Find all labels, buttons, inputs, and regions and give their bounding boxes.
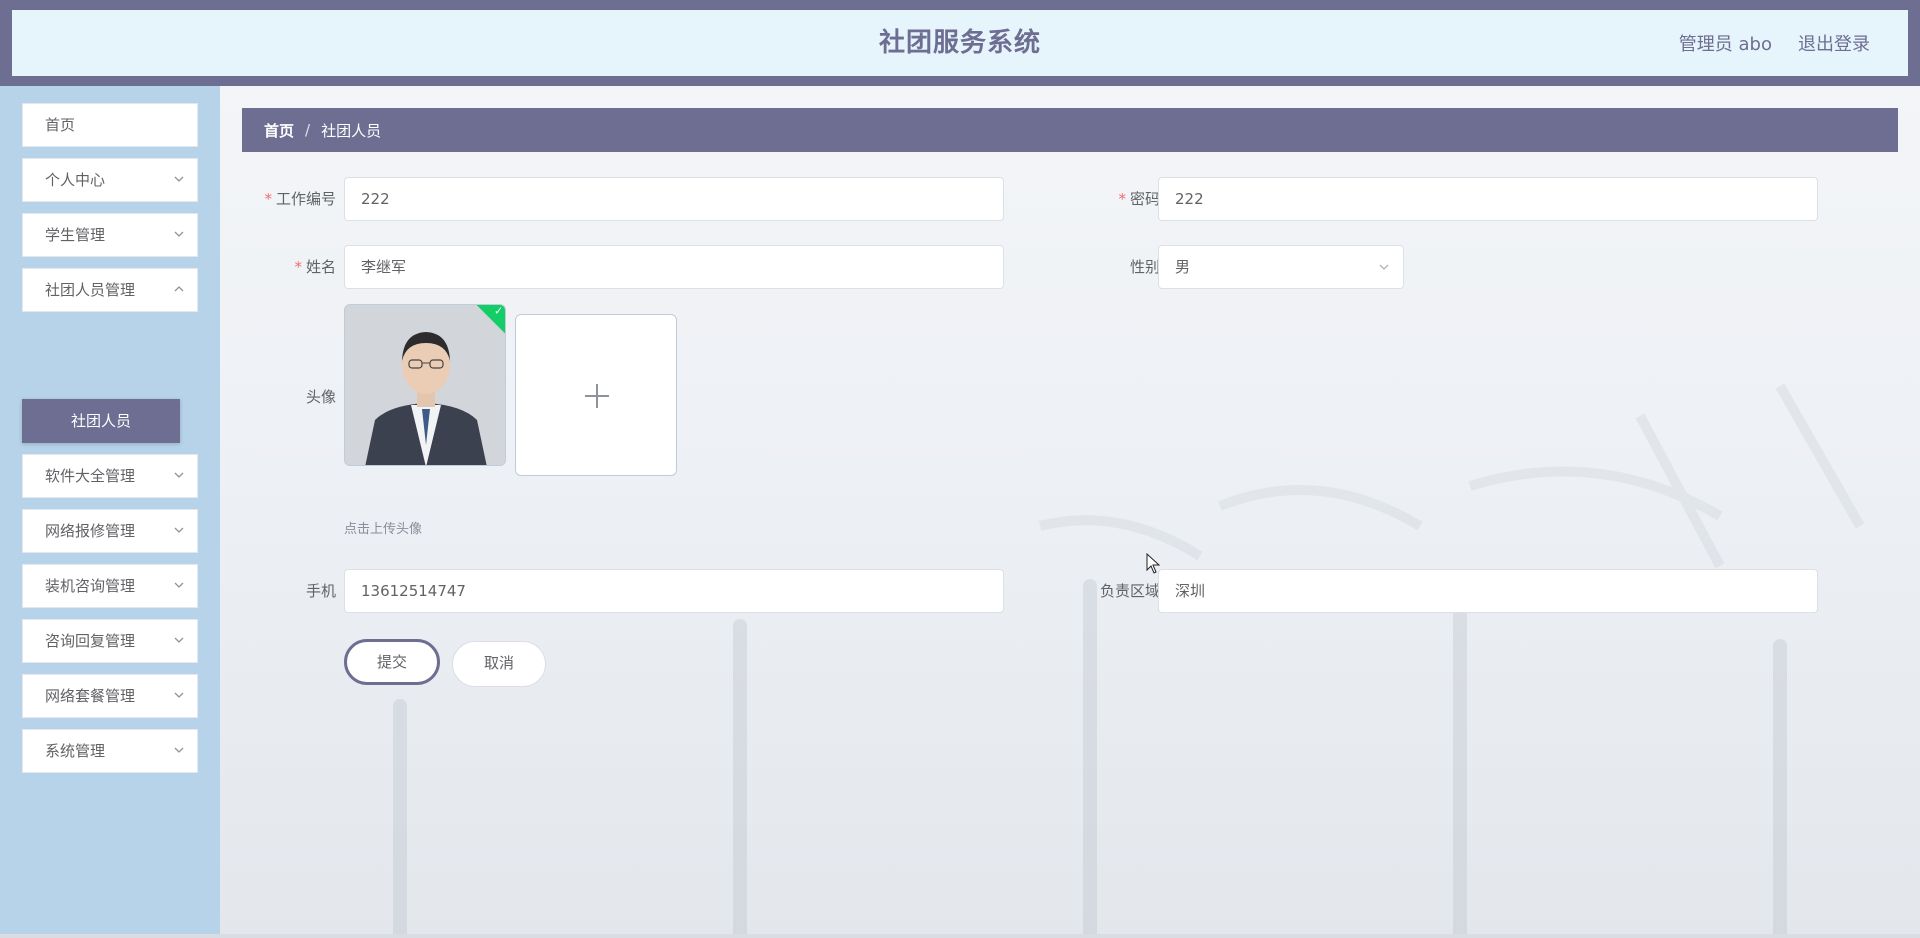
app-title: 社团服务系统 xyxy=(878,28,1041,58)
chevron-down-icon xyxy=(174,472,184,478)
gender-select[interactable]: 男 xyxy=(1158,245,1404,289)
avatar-image[interactable]: ✓ xyxy=(344,304,506,466)
breadcrumb-current: 社团人员 xyxy=(321,121,382,140)
sidebar-item-label: 个人中心 xyxy=(45,171,106,189)
sidebar-item-label: 学生管理 xyxy=(45,226,106,244)
sidebar-item-repair-management[interactable]: 网络报修管理 xyxy=(22,509,198,553)
chevron-down-icon xyxy=(174,176,184,182)
password-label: * 密码 xyxy=(1118,190,1160,208)
sidebar-item-label: 首页 xyxy=(45,116,76,134)
avatar-upload-tip: 点击上传头像 xyxy=(344,522,423,537)
bottom-strip xyxy=(0,934,1920,938)
header-user-area: 管理员 abo 退出登录 xyxy=(1679,10,1870,76)
sidebar-item-student-management[interactable]: 学生管理 xyxy=(22,213,198,257)
chevron-up-icon xyxy=(174,286,184,292)
region-label: 负责区域 xyxy=(1099,582,1160,600)
chevron-down-icon xyxy=(174,692,184,698)
plus-icon xyxy=(585,384,609,408)
sidebar-item-label: 软件大全管理 xyxy=(45,467,136,485)
person-photo-icon xyxy=(345,305,505,465)
check-icon: ✓ xyxy=(494,304,504,318)
chevron-down-icon xyxy=(174,747,184,753)
avatar-upload-button[interactable] xyxy=(515,314,677,476)
sidebar-item-label: 社团人员管理 xyxy=(45,281,136,299)
gender-label: 性别 xyxy=(1129,258,1160,276)
breadcrumb: 首页 / 社团人员 xyxy=(242,108,1898,152)
breadcrumb-separator: / xyxy=(305,121,311,139)
submit-button[interactable]: 提交 xyxy=(344,639,440,685)
sidebar-subitem-members[interactable]: 社团人员 xyxy=(22,399,180,443)
breadcrumb-home[interactable]: 首页 xyxy=(264,120,294,141)
main-content: 首页 / 社团人员 * 工作编号 222 * 密码 222 * 姓名 李继军 性别 男… xyxy=(220,86,1920,938)
sidebar-item-system-management[interactable]: 系统管理 xyxy=(22,729,198,773)
sidebar-item-member-management[interactable]: 社团人员管理 xyxy=(22,268,198,312)
logout-link[interactable]: 退出登录 xyxy=(1798,30,1870,56)
sidebar-item-home[interactable]: 首页 xyxy=(22,103,198,147)
chevron-down-icon xyxy=(174,527,184,533)
mouse-cursor-icon xyxy=(1146,553,1161,574)
chevron-down-icon xyxy=(1379,264,1389,270)
sidebar-item-package-management[interactable]: 网络套餐管理 xyxy=(22,674,198,718)
sidebar: 首页 个人中心 学生管理 社团人员管理 社团人员 软件大全管理 网络报修管理 装… xyxy=(0,86,220,938)
sidebar-item-label: 网络套餐管理 xyxy=(45,687,136,705)
chevron-down-icon xyxy=(174,231,184,237)
sidebar-item-install-consult-management[interactable]: 装机咨询管理 xyxy=(22,564,198,608)
chevron-down-icon xyxy=(174,582,184,588)
gender-select-value: 男 xyxy=(1175,258,1191,276)
phone-input[interactable]: 13612514747 xyxy=(344,569,1004,613)
sidebar-item-software-management[interactable]: 软件大全管理 xyxy=(22,454,198,498)
avatar-label: 头像 xyxy=(305,388,336,406)
sidebar-item-label: 系统管理 xyxy=(45,742,106,760)
sidebar-item-label: 咨询回复管理 xyxy=(45,632,136,650)
cancel-button[interactable]: 取消 xyxy=(452,641,546,687)
required-mark: * xyxy=(1118,190,1126,208)
password-input[interactable]: 222 xyxy=(1158,177,1818,221)
phone-label: 手机 xyxy=(305,582,336,600)
sidebar-item-personal-center[interactable]: 个人中心 xyxy=(22,158,198,202)
sidebar-item-reply-management[interactable]: 咨询回复管理 xyxy=(22,619,198,663)
work-id-input[interactable]: 222 xyxy=(344,177,1004,221)
required-mark: * xyxy=(264,190,272,208)
header-bar: 社团服务系统 管理员 abo 退出登录 xyxy=(12,10,1908,76)
user-label: 管理员 abo xyxy=(1678,34,1772,55)
chevron-down-icon xyxy=(174,637,184,643)
sidebar-item-label: 网络报修管理 xyxy=(45,522,136,540)
sidebar-item-label: 装机咨询管理 xyxy=(45,577,136,595)
region-input[interactable]: 深圳 xyxy=(1158,569,1818,613)
required-mark: * xyxy=(294,258,302,276)
name-label: * 姓名 xyxy=(294,258,336,276)
name-input[interactable]: 李继军 xyxy=(344,245,1004,289)
top-header: 社团服务系统 管理员 abo 退出登录 xyxy=(0,0,1920,86)
work-id-label: * 工作编号 xyxy=(264,190,336,208)
